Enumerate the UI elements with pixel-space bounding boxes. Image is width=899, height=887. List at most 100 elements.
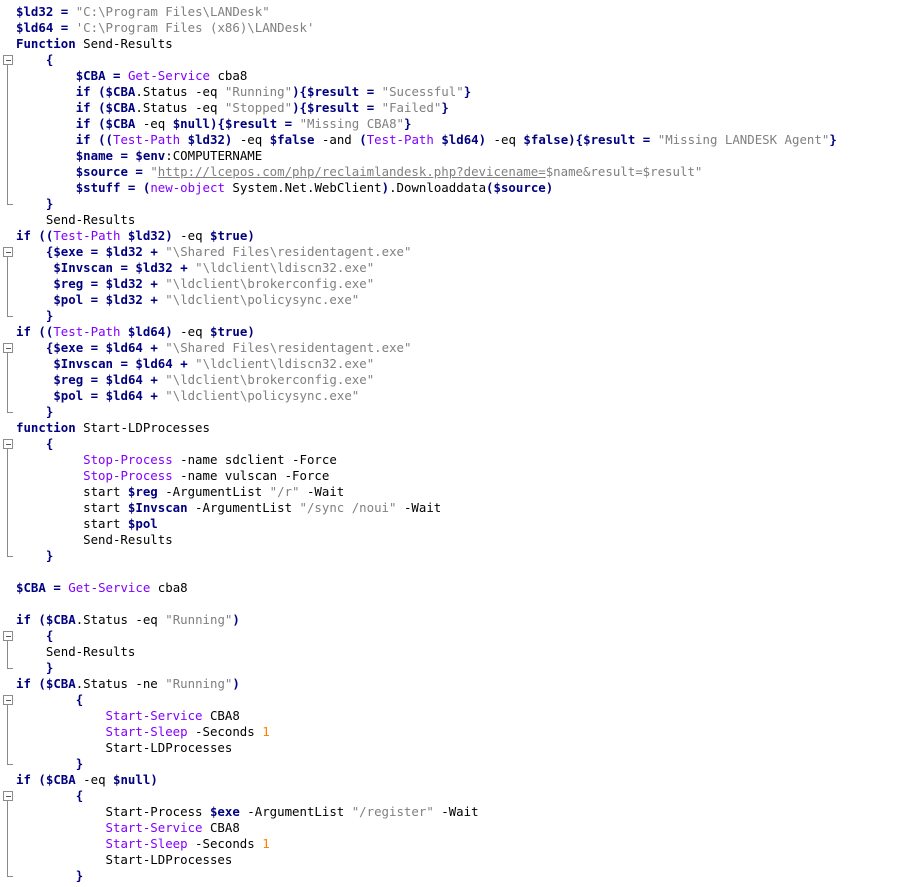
code-line: if ($CBA -eq $null) bbox=[16, 772, 158, 788]
code-token: :COMPUTERNAME bbox=[165, 148, 263, 163]
code-token: $ld32 bbox=[105, 292, 143, 307]
code-token: $Invscan bbox=[53, 260, 113, 275]
code-line: $stuff = (new-object System.Net.WebClien… bbox=[16, 180, 554, 196]
code-token: -eq bbox=[232, 132, 270, 147]
code-line: } bbox=[16, 196, 53, 212]
code-token: + bbox=[150, 372, 158, 387]
code-editor[interactable]: $ld32 = "C:\Program Files\LANDesk" $ld64 … bbox=[0, 0, 899, 887]
code-token: = bbox=[90, 292, 99, 307]
code-token: start bbox=[16, 516, 128, 531]
code-token: ) bbox=[232, 612, 240, 627]
code-token: Function bbox=[16, 36, 76, 51]
code-token: "\Shared Files\residentagent.exe" bbox=[165, 340, 412, 355]
code-token: if bbox=[16, 772, 31, 787]
code-token: + bbox=[180, 260, 188, 275]
code-token: = bbox=[120, 260, 128, 275]
code-token: Start-Sleep bbox=[105, 836, 188, 851]
fold-toggle-icon[interactable] bbox=[3, 55, 13, 65]
code-line: function Start-LDProcesses bbox=[16, 420, 210, 436]
fold-toggle-icon[interactable] bbox=[3, 695, 13, 705]
fold-guide-line bbox=[7, 705, 8, 764]
code-line: if ((Test-Path $ld32) -eq $true) bbox=[16, 228, 255, 244]
code-token: CBA8 bbox=[202, 708, 240, 723]
code-token: ( bbox=[98, 84, 106, 99]
fold-guide-line bbox=[7, 641, 8, 668]
code-line: Start-Sleep -Seconds 1 bbox=[16, 836, 270, 852]
code-token: $CBA bbox=[45, 676, 76, 691]
code-line: {$exe = $ld64 + "\Shared Files\residenta… bbox=[16, 340, 412, 356]
code-line: { bbox=[16, 628, 53, 644]
code-token: Send-Results bbox=[75, 36, 173, 51]
code-token: { bbox=[575, 132, 584, 147]
code-token: .Downloaddata bbox=[389, 180, 487, 195]
code-token: { bbox=[299, 84, 307, 99]
code-token: = bbox=[120, 148, 128, 163]
fold-toggle-icon[interactable] bbox=[3, 631, 13, 641]
code-token: ( bbox=[359, 132, 367, 147]
code-token: .Status -eq bbox=[135, 84, 225, 99]
fold-toggle-icon[interactable] bbox=[3, 343, 13, 353]
code-token: $source bbox=[75, 164, 128, 179]
code-token: -eq bbox=[135, 116, 173, 131]
code-token: ( bbox=[486, 180, 494, 195]
code-token: { bbox=[45, 436, 54, 451]
code-token: $ld32 bbox=[105, 244, 143, 259]
code-token: ) bbox=[381, 180, 390, 195]
code-token: } bbox=[75, 756, 84, 771]
code-token: = bbox=[135, 164, 143, 179]
code-token: $ld64 bbox=[105, 372, 143, 387]
code-line: $CBA = Get-Service cba8 bbox=[16, 580, 188, 596]
code-token: -eq bbox=[172, 324, 211, 339]
code-token: Test-Path bbox=[366, 132, 434, 147]
code-token: new-object bbox=[150, 180, 225, 195]
code-token: } bbox=[463, 84, 472, 99]
code-token: -ArgumentList bbox=[187, 500, 300, 515]
code-token: { bbox=[299, 100, 307, 115]
code-token: function bbox=[16, 420, 76, 435]
code-token: Stop-Process bbox=[83, 452, 173, 467]
fold-toggle-icon[interactable] bbox=[3, 439, 13, 449]
code-token: -Wait bbox=[299, 484, 345, 499]
code-token: = bbox=[90, 276, 99, 291]
code-line: $Invscan = $ld64 + "\ldclient\ldiscn32.e… bbox=[16, 356, 374, 372]
code-token: $CBA bbox=[75, 68, 106, 83]
code-line: } bbox=[16, 660, 53, 676]
code-line: Stop-Process -name sdclient -Force bbox=[16, 452, 337, 468]
code-line: $name = $env:COMPUTERNAME bbox=[16, 148, 263, 164]
code-token: $reg bbox=[53, 372, 84, 387]
code-token: $ld32 bbox=[127, 228, 166, 243]
code-line: Start-Process $exe -ArgumentList "/regis… bbox=[16, 804, 479, 820]
fold-toggle-icon[interactable] bbox=[3, 791, 13, 801]
code-token: $true bbox=[210, 228, 248, 243]
code-line: } bbox=[16, 756, 83, 772]
fold-end-marker bbox=[7, 764, 13, 765]
code-token: } bbox=[45, 404, 54, 419]
code-line: Start-LDProcesses bbox=[16, 852, 233, 868]
code-line: $reg = $ld64 + "\ldclient\brokerconfig.e… bbox=[16, 372, 374, 388]
code-token: ( bbox=[98, 100, 106, 115]
code-token: = bbox=[90, 244, 99, 259]
code-token: -Wait bbox=[396, 500, 442, 515]
code-token: } bbox=[45, 548, 54, 563]
code-token: $exe bbox=[53, 244, 84, 259]
fold-end-marker bbox=[7, 668, 13, 669]
code-token: "\ldclient\policysync.exe" bbox=[165, 292, 360, 307]
fold-toggle-icon[interactable] bbox=[3, 247, 13, 257]
